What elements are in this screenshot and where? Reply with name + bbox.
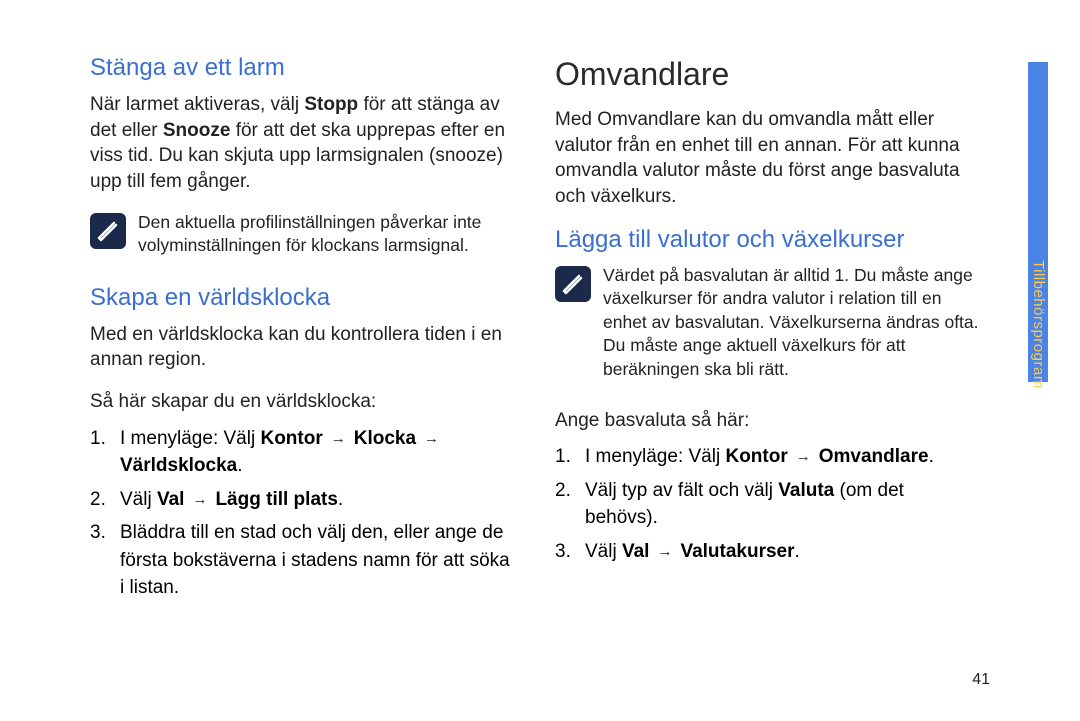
list-number: 2. <box>90 486 120 514</box>
text: I menyläge: Välj <box>120 428 260 449</box>
text: . <box>237 455 242 476</box>
list-number: 1. <box>555 443 585 471</box>
note-callout: Den aktuella profilinställningen påverka… <box>90 211 515 258</box>
note-icon <box>90 213 126 249</box>
list-number: 1. <box>90 425 120 480</box>
section-heading-lagga: Lägga till valutor och växelkurser <box>555 226 980 254</box>
arrow-icon: → <box>192 489 207 511</box>
right-column: Omvandlare Med Omvandlare kan du omvandl… <box>555 50 1010 612</box>
bold-text: Stopp <box>304 94 358 115</box>
arrow-icon: → <box>424 428 439 450</box>
list-item: 1. I menyläge: Välj Kontor → Klocka → Världs… <box>90 425 515 480</box>
list-body: Välj Val → Valutakurser. <box>585 538 980 566</box>
text: . <box>338 489 343 510</box>
bold-text: Snooze <box>163 120 231 141</box>
arrow-icon: → <box>657 541 672 563</box>
list-item: 2. Välj Val → Lägg till plats. <box>90 486 515 514</box>
list-number: 3. <box>555 538 585 566</box>
bold-text: Kontor <box>725 446 787 467</box>
list-body: I menyläge: Välj Kontor → Omvandlare. <box>585 443 980 471</box>
text: Välj <box>120 489 157 510</box>
section-heading-skapa: Skapa en världsklocka <box>90 284 515 312</box>
list-item: 1. I menyläge: Välj Kontor → Omvandlare. <box>555 443 980 471</box>
two-column-layout: Stänga av ett larm När larmet aktiveras,… <box>90 50 1010 612</box>
bold-text: Kontor <box>260 428 322 449</box>
list-body: Välj typ av fält och välj Valuta (om det… <box>585 477 980 532</box>
bold-text: Val <box>622 541 649 562</box>
ordered-list: 1. I menyläge: Välj Kontor → Omvandlare. 2… <box>555 443 980 565</box>
text: När larmet aktiveras, välj <box>90 94 304 115</box>
note-icon <box>555 266 591 302</box>
list-body: Bläddra till en stad och välj den, eller… <box>120 519 515 602</box>
bold-text: Valutakurser <box>680 541 794 562</box>
paragraph: När larmet aktiveras, välj Stopp för att… <box>90 92 515 195</box>
note-callout: Värdet på basvalutan är alltid 1. Du mås… <box>555 264 980 382</box>
note-text: Den aktuella profilinställningen påverka… <box>138 211 515 258</box>
list-body: I menyläge: Välj Kontor → Klocka → Världsklo… <box>120 425 515 480</box>
paragraph: Med Omvandlare kan du omvandla mått elle… <box>555 107 980 210</box>
manual-page: Stänga av ett larm När larmet aktiveras,… <box>0 0 1080 721</box>
list-body: Välj Val → Lägg till plats. <box>120 486 515 514</box>
bold-text: Omvandlare <box>819 446 929 467</box>
list-item: 2. Välj typ av fält och välj Valuta (om … <box>555 477 980 532</box>
list-item: 3. Bläddra till en stad och välj den, el… <box>90 519 515 602</box>
text: I menyläge: Välj <box>585 446 725 467</box>
text: . <box>929 446 934 467</box>
paragraph: Så här skapar du en världsklocka: <box>90 389 515 415</box>
section-heading-stanga: Stänga av ett larm <box>90 54 515 82</box>
arrow-icon: → <box>796 446 811 468</box>
left-column: Stänga av ett larm När larmet aktiveras,… <box>90 50 515 612</box>
chapter-heading-omvandlare: Omvandlare <box>555 56 980 93</box>
bold-text: Lägg till plats <box>215 489 337 510</box>
paragraph: Med en världsklocka kan du kontrollera t… <box>90 322 515 373</box>
list-item: 3. Välj Val → Valutakurser. <box>555 538 980 566</box>
paragraph: Ange basvaluta så här: <box>555 408 980 434</box>
arrow-icon: → <box>331 428 346 450</box>
bold-text: Klocka <box>354 428 416 449</box>
ordered-list: 1. I menyläge: Välj Kontor → Klocka → Världs… <box>90 425 515 602</box>
list-number: 2. <box>555 477 585 532</box>
text: Välj <box>585 541 622 562</box>
bold-text: Världsklocka <box>120 455 237 476</box>
side-tab-label: Tillbehörsprogram <box>1030 260 1047 389</box>
bold-text: Valuta <box>778 480 834 501</box>
list-number: 3. <box>90 519 120 602</box>
page-number: 41 <box>972 671 990 689</box>
text: Välj typ av fält och välj <box>585 480 778 501</box>
text: . <box>795 541 800 562</box>
note-text: Värdet på basvalutan är alltid 1. Du mås… <box>603 264 980 382</box>
bold-text: Val <box>157 489 184 510</box>
